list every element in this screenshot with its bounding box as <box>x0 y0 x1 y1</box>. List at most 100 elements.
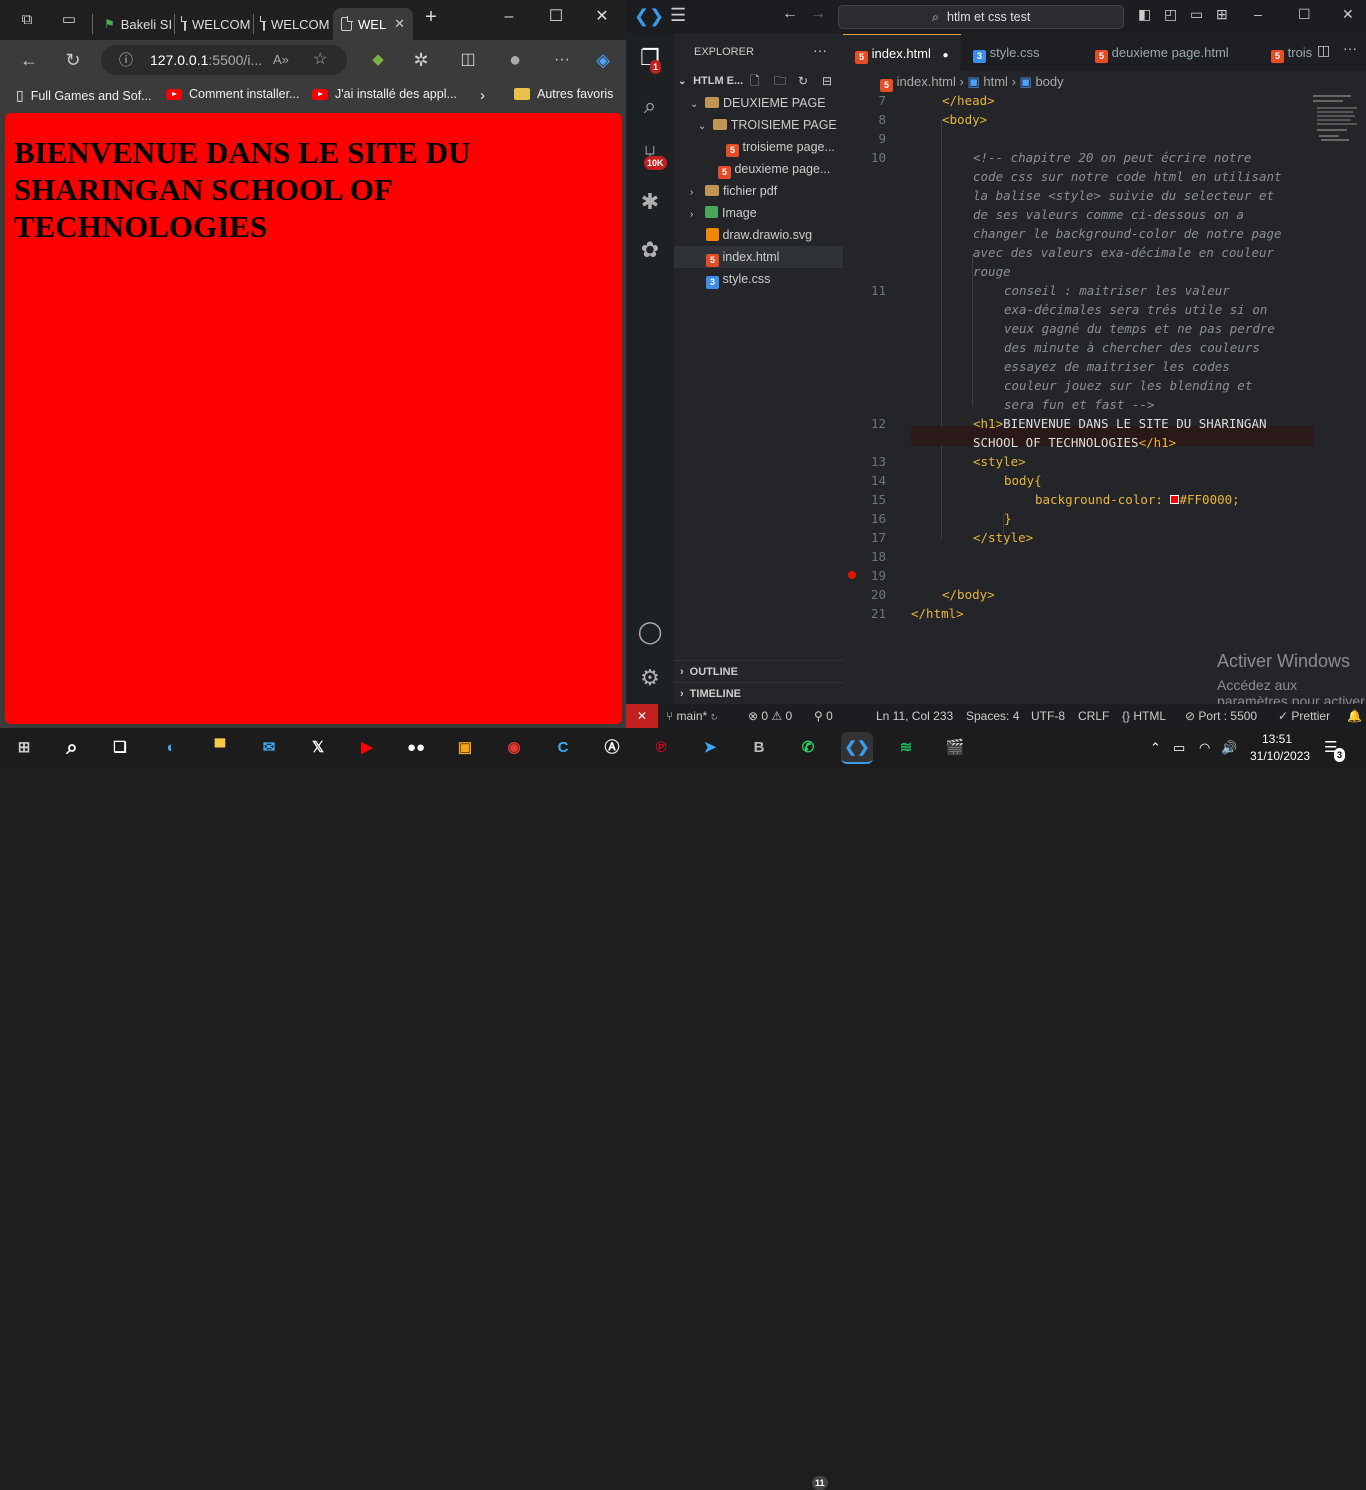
live-server-status[interactable]: ⊘ Port : 5500 <box>1185 704 1257 728</box>
tree-file-index-html[interactable]: 5 index.html <box>674 246 843 268</box>
other-favorites[interactable]: Autres favoris <box>514 87 613 101</box>
toggle-sidebar-icon-2[interactable]: ◰ <box>1164 6 1177 23</box>
vs-maximize-button[interactable]: ☐ <box>1298 6 1311 23</box>
copilot-icon[interactable]: ◈ <box>590 48 616 72</box>
vs-minimize-button[interactable]: – <box>1254 6 1262 22</box>
tab-welcome-2[interactable]: WELCOM <box>255 8 331 40</box>
youtube-taskbar-icon[interactable]: ▶ <box>351 732 383 764</box>
back-icon[interactable]: ← <box>16 48 42 72</box>
prettier-status[interactable]: ✓ Prettier <box>1278 704 1330 728</box>
tree-file-troisieme-page[interactable]: 5 troisieme page... <box>674 136 843 158</box>
maximize-button[interactable]: ☐ <box>541 6 571 28</box>
pinterest-icon[interactable]: ℗ <box>645 732 677 764</box>
volume-icon[interactable]: 🔊 <box>1221 728 1237 768</box>
code-editor[interactable]: 7 </head> 8 <body> 9 10 <!-- chapitre 20… <box>843 91 1366 671</box>
tree-folder-deuxieme[interactable]: ⌄ DEUXIEME PAGE <box>674 92 843 114</box>
task-view-icon[interactable]: ❏ <box>104 732 136 764</box>
tree-folder-fichier-pdf[interactable]: › fichier pdf <box>674 180 843 202</box>
new-tab-button[interactable]: + <box>416 6 446 28</box>
toggle-panel-icon[interactable]: ▭ <box>1190 6 1203 23</box>
new-folder-icon[interactable]: 🗀 <box>774 70 786 92</box>
close-window-button[interactable]: ✕ <box>587 6 617 28</box>
extensions-icon[interactable]: ✿ <box>626 230 674 270</box>
favorite-star-icon[interactable]: ☆ <box>313 45 327 75</box>
vs-close-button[interactable]: ✕ <box>1342 6 1354 23</box>
refresh-explorer-icon[interactable]: ↻ <box>798 70 808 92</box>
breadcrumb-body[interactable]: body <box>1035 74 1063 89</box>
tree-folder-image[interactable]: › Image <box>674 202 843 224</box>
indentation-status[interactable]: Spaces: 4 <box>966 704 1019 728</box>
search-taskbar-icon[interactable]: ⌕ <box>56 732 88 764</box>
menu-icon[interactable]: ☰ <box>670 5 686 26</box>
more-icon[interactable]: ··· <box>549 48 575 72</box>
tray-chevron-icon[interactable]: ⌃ <box>1150 728 1161 768</box>
outline-section[interactable]: › OUTLINE <box>674 660 843 682</box>
x-twitter-icon[interactable]: 𝕏 <box>302 732 334 764</box>
start-windows-icon[interactable]: ⊞ <box>8 732 40 764</box>
tree-folder-troisieme[interactable]: ⌄ TROISIEME PAGE <box>674 114 843 136</box>
cursor-app-icon[interactable]: C <box>547 732 579 764</box>
forward-arrow-icon[interactable]: → <box>810 5 826 23</box>
tab-welcome-1[interactable]: WELCOM <box>176 8 252 40</box>
split-editor-icon[interactable]: ◫ <box>1317 42 1330 59</box>
site-info-icon[interactable]: ⓘ <box>119 45 133 75</box>
explorer-more-icon[interactable]: ··· <box>813 42 827 58</box>
new-file-icon[interactable]: 🗋 <box>750 70 760 92</box>
profile-avatar[interactable]: ● <box>502 48 528 72</box>
toggle-sidebar-icon[interactable]: ◧ <box>1138 6 1151 23</box>
minimize-button[interactable]: – <box>494 6 524 28</box>
ports-status[interactable]: ⚲ 0 <box>814 704 833 728</box>
medium-icon[interactable]: ●● <box>400 732 432 764</box>
tab-bakeli[interactable]: ⚑ Bakeli SI <box>96 8 174 40</box>
breadcrumb-file[interactable]: index.html <box>897 74 956 89</box>
explorer-icon[interactable]: ❐ <box>626 38 674 78</box>
bookmark-jai-installe[interactable]: J'ai installé des appl... <box>312 87 457 101</box>
project-root[interactable]: ⌄ HTLM E... 🗋 🗀 ↻ ⊟ <box>674 70 843 92</box>
remote-icon[interactable]: ✕ <box>626 704 658 728</box>
tree-file-style-css[interactable]: 3 style.css <box>674 268 843 290</box>
settings-gear-icon[interactable]: ⚙ <box>626 658 674 698</box>
breadcrumb-html[interactable]: html <box>983 74 1008 89</box>
problems-status[interactable]: ⊗ 0 ⚠ 0 <box>748 704 792 728</box>
vertical-tabs-icon[interactable]: ▭ <box>56 8 82 32</box>
debug-icon[interactable]: ✱ <box>626 182 674 222</box>
collapse-all-icon[interactable]: ⊟ <box>822 70 832 92</box>
file-explorer-icon[interactable]: ▀ <box>204 732 236 764</box>
workspaces-icon[interactable]: ⧉ <box>14 8 40 32</box>
editor-tab-style-css[interactable]: 3 style.css <box>961 34 1083 71</box>
encoding-status[interactable]: UTF-8 <box>1031 704 1065 728</box>
mail-icon[interactable]: ✉ <box>253 732 285 764</box>
customize-layout-icon[interactable]: ⊞ <box>1216 6 1228 23</box>
edge-icon[interactable]: ◐ <box>155 732 187 764</box>
minimap[interactable] <box>1305 91 1363 171</box>
tree-file-deuxieme-page[interactable]: 5 deuxieme page... <box>674 158 843 180</box>
search-activity-icon[interactable]: ⌕ <box>626 86 674 126</box>
spotify-icon[interactable]: ≋ <box>890 732 922 764</box>
telegram-icon[interactable]: ➤ <box>694 732 726 764</box>
more-bookmarks-chevron-icon[interactable]: › <box>480 87 485 104</box>
refresh-icon[interactable]: ↻ <box>60 48 86 72</box>
back-arrow-icon[interactable]: ← <box>782 5 798 23</box>
command-center-search[interactable]: ⌕ htlm et css test <box>838 5 1124 29</box>
notifications-bell-icon[interactable]: 🔔 <box>1347 704 1362 728</box>
battery-icon[interactable]: ▭ <box>1173 728 1185 768</box>
whatsapp-icon[interactable]: ✆ <box>792 732 824 764</box>
editor-tab-deuxieme-page[interactable]: 5 deuxieme page.html <box>1083 34 1255 71</box>
wifi-icon[interactable]: ◠ <box>1199 728 1210 768</box>
clock[interactable]: 13:51 31/10/2023 <box>1250 731 1310 765</box>
branch-status[interactable]: ⑂ main* ↻ <box>666 704 718 728</box>
extensions-puzzle-icon[interactable]: ✲ <box>408 48 434 72</box>
bookmark-full-games[interactable]: ▯ Full Games and Sof... <box>16 87 152 104</box>
bookmark-comment-installer[interactable]: Comment installer... <box>166 87 299 101</box>
editor-more-icon[interactable]: ··· <box>1343 40 1357 56</box>
vscode-taskbar-icon[interactable]: ❮❯ <box>841 732 873 764</box>
split-screen-icon[interactable]: ◫ <box>455 48 481 72</box>
media-player-icon[interactable]: ◉ <box>498 732 530 764</box>
address-bar[interactable]: ⓘ 127.0.0.1:5500/i... A» ☆ <box>101 45 347 75</box>
read-aloud-icon[interactable]: A» <box>273 45 289 75</box>
eol-status[interactable]: CRLF <box>1078 704 1109 728</box>
cursor-position[interactable]: Ln 11, Col 233 <box>876 704 953 728</box>
timeline-section[interactable]: › TIMELINE <box>674 682 843 704</box>
app-store-icon[interactable]: Ⓐ <box>596 732 628 764</box>
close-tab-icon[interactable]: ✕ <box>394 16 405 32</box>
